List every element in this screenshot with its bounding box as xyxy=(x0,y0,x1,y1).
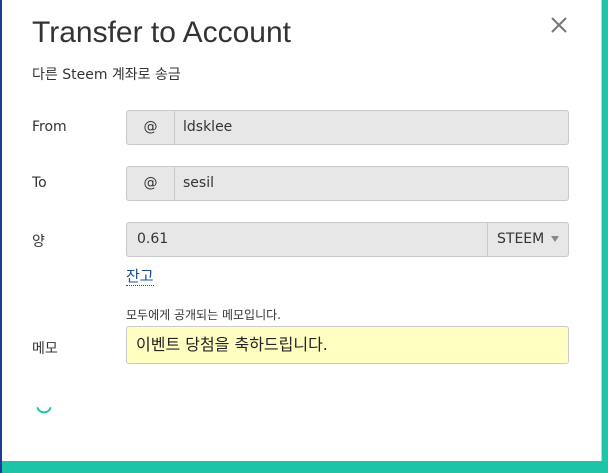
amount-value: 0.61 xyxy=(137,231,169,247)
to-value: sesil xyxy=(183,175,214,191)
from-label: From xyxy=(32,119,67,135)
transfer-dialog: Transfer to Account 다른 Steem 계좌로 송금 From… xyxy=(2,0,602,461)
balance-link[interactable]: 잔고 xyxy=(126,267,154,286)
memo-value: 이벤트 당첨을 축하드립니다. xyxy=(136,335,328,354)
dialog-subtitle: 다른 Steem 계좌로 송금 xyxy=(32,67,181,83)
currency-select[interactable]: STEEM xyxy=(487,223,568,256)
amount-field[interactable]: 0.61 STEEM xyxy=(126,222,569,257)
chevron-down-icon xyxy=(551,236,559,242)
to-label: To xyxy=(32,175,47,191)
to-at-prefix: @ xyxy=(127,167,175,200)
memo-input[interactable]: 이벤트 당첨을 축하드립니다. xyxy=(126,326,569,364)
loading-spinner-icon xyxy=(35,402,53,420)
currency-value: STEEM xyxy=(497,231,545,247)
from-field[interactable]: @ ldsklee xyxy=(126,110,569,145)
amount-label: 양 xyxy=(32,234,45,250)
to-field[interactable]: @ sesil xyxy=(126,166,569,201)
from-at-prefix: @ xyxy=(127,111,175,144)
dialog-title: Transfer to Account xyxy=(32,16,292,49)
from-value: ldsklee xyxy=(183,119,233,135)
memo-label: 메모 xyxy=(32,341,58,357)
close-icon[interactable] xyxy=(548,14,570,36)
memo-hint: 모두에게 공개되는 메모입니다. xyxy=(126,308,281,322)
